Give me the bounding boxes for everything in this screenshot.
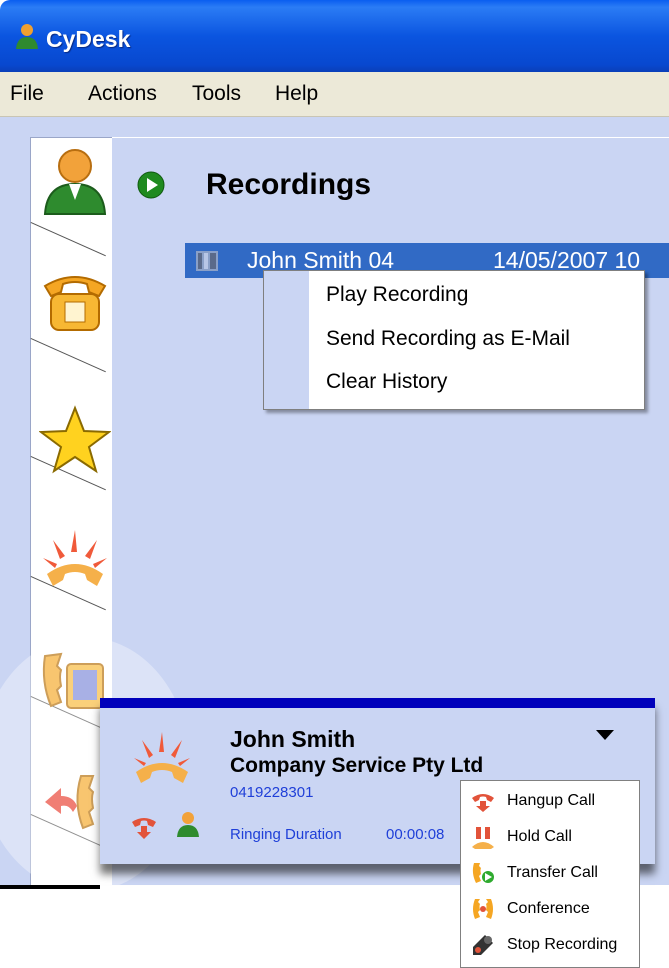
recording-file-icon xyxy=(196,251,218,271)
context-menu-icon-strip xyxy=(264,271,309,409)
menu-actions[interactable]: Actions xyxy=(88,82,157,106)
call-actions-menu: Hangup Call Hold Call Transfer Call Conf… xyxy=(460,780,640,968)
window-title: CyDesk xyxy=(46,26,131,52)
menu-item-label: Stop Recording xyxy=(507,936,618,953)
caller-name: John Smith xyxy=(230,726,356,752)
hangup-icon[interactable] xyxy=(130,812,158,840)
context-menu: Play Recording Send Recording as E-Mail … xyxy=(263,270,645,410)
sidebar-divider xyxy=(30,222,106,257)
menu-tools[interactable]: Tools xyxy=(192,82,241,106)
sidebar-item-calls[interactable] xyxy=(39,524,111,596)
transfer-icon xyxy=(472,863,494,883)
phone-keypad-icon xyxy=(42,652,104,709)
title-bar[interactable]: CyDesk xyxy=(0,0,669,72)
go-arrow-icon[interactable] xyxy=(137,171,165,199)
sidebar-divider xyxy=(30,338,106,373)
ringing-phone-icon xyxy=(43,530,107,586)
menu-item-label: Hangup Call xyxy=(507,792,596,809)
caller-phone[interactable]: 0419228301 xyxy=(230,784,313,801)
sidebar-item-contacts[interactable] xyxy=(39,144,111,216)
return-call-icon xyxy=(45,775,95,830)
contact-person-icon[interactable] xyxy=(174,810,202,838)
menu-help[interactable]: Help xyxy=(275,82,318,106)
menu-item-conference[interactable]: Conference xyxy=(467,891,637,927)
stop-recording-icon xyxy=(473,935,493,955)
hold-icon xyxy=(472,827,494,849)
menu-file[interactable]: File xyxy=(10,82,44,106)
phone-icon xyxy=(43,276,107,331)
menu-item-hangup-call[interactable]: Hangup Call xyxy=(467,783,637,819)
app-logo-icon xyxy=(16,24,38,49)
menu-item-label: Hold Call xyxy=(507,828,572,845)
page-title: Recordings xyxy=(206,168,372,201)
star-icon xyxy=(39,405,111,474)
ringing-duration-value: 00:00:08 xyxy=(386,826,445,843)
menu-item-clear-history[interactable]: Clear History xyxy=(326,370,447,394)
chevron-down-icon[interactable] xyxy=(596,730,614,740)
menu-item-label: Transfer Call xyxy=(507,864,598,881)
menu-item-hold-call[interactable]: Hold Call xyxy=(467,819,637,855)
hangup-icon xyxy=(472,794,494,812)
conference-icon xyxy=(473,899,493,919)
sidebar-item-phone[interactable] xyxy=(39,264,111,336)
menu-item-stop-recording[interactable]: Stop Recording xyxy=(467,927,637,963)
menu-bar: File Actions Tools Help xyxy=(0,72,669,117)
caller-company: Company Service Pty Ltd xyxy=(230,754,484,777)
window-bottom-edge xyxy=(0,885,100,889)
menu-item-label: Conference xyxy=(507,900,590,917)
sidebar-item-favorites[interactable] xyxy=(39,404,111,476)
menu-item-send-email[interactable]: Send Recording as E-Mail xyxy=(326,327,570,351)
ringing-phone-icon xyxy=(134,732,190,783)
contact-person-icon xyxy=(43,149,107,215)
ringing-duration-label: Ringing Duration xyxy=(230,826,342,843)
menu-item-transfer-call[interactable]: Transfer Call xyxy=(467,855,637,891)
menu-item-play-recording[interactable]: Play Recording xyxy=(326,283,468,307)
